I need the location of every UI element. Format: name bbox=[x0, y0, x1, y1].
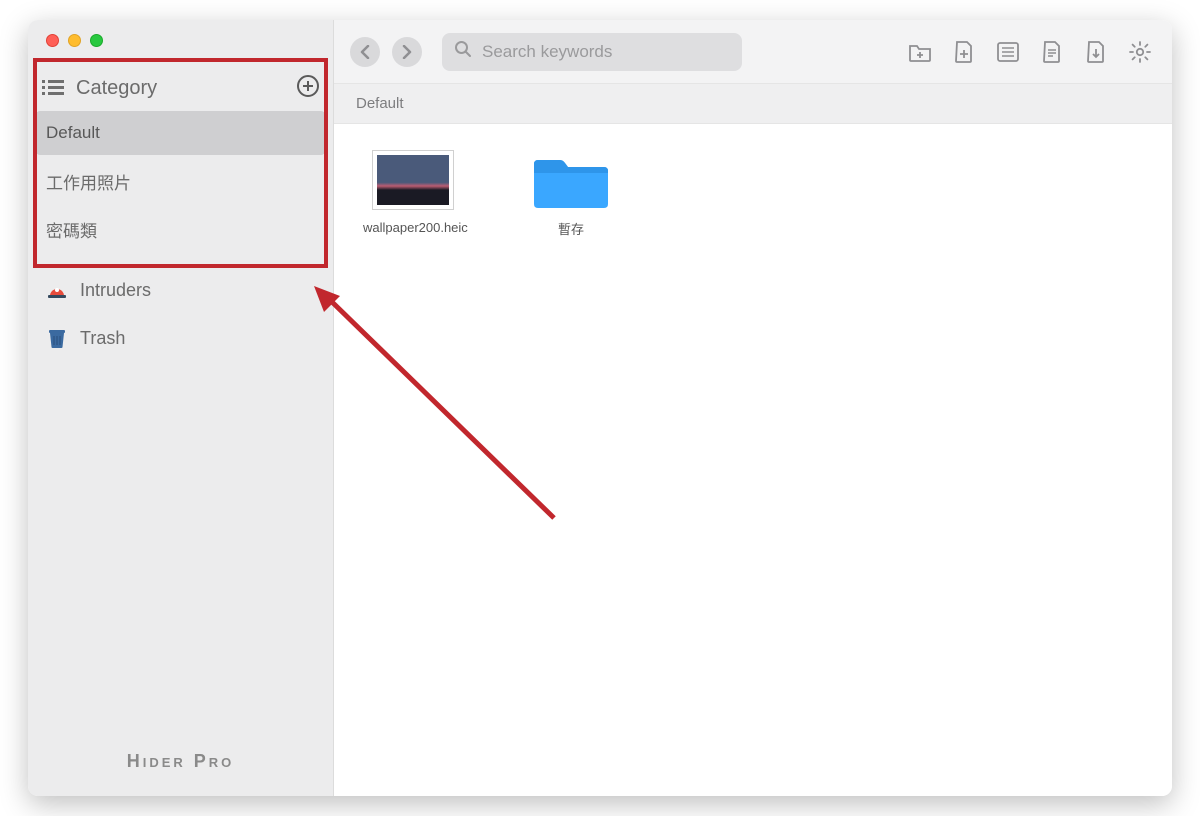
category-item-default[interactable]: Default bbox=[36, 111, 325, 155]
details-icon bbox=[1042, 40, 1062, 64]
alarm-icon bbox=[46, 279, 68, 301]
category-item-label: Default bbox=[46, 123, 100, 143]
add-folder-icon bbox=[908, 41, 932, 63]
toolbar bbox=[334, 20, 1172, 84]
sidebar-item-trash[interactable]: Trash bbox=[28, 317, 333, 359]
nav-back-button[interactable] bbox=[350, 37, 380, 67]
settings-button[interactable] bbox=[1124, 36, 1156, 68]
chevron-right-icon bbox=[401, 45, 413, 59]
file-item-label: wallpaper200.heic bbox=[363, 220, 463, 236]
breadcrumb-label: Default bbox=[356, 95, 404, 112]
add-file-icon bbox=[954, 40, 974, 64]
folder-item-temp[interactable]: 暫存 bbox=[516, 150, 626, 238]
window-controls bbox=[28, 20, 333, 47]
content-grid: wallpaper200.heic 暫存 bbox=[334, 124, 1172, 796]
category-list: Default 工作用照片 密碼類 bbox=[28, 111, 333, 255]
app-window: Category Default 工 bbox=[28, 20, 1172, 796]
details-button[interactable] bbox=[1036, 36, 1068, 68]
add-category-button[interactable] bbox=[295, 75, 321, 101]
category-header: Category bbox=[28, 65, 333, 111]
list-view-icon bbox=[997, 42, 1019, 62]
list-view-button[interactable] bbox=[992, 36, 1024, 68]
file-item-wallpaper[interactable]: wallpaper200.heic bbox=[358, 150, 468, 236]
sidebar-item-intruders[interactable]: Intruders bbox=[28, 269, 333, 311]
category-item-label: 密碼類 bbox=[46, 217, 97, 242]
zoom-window-button[interactable] bbox=[90, 34, 103, 47]
search-icon bbox=[454, 40, 472, 63]
trash-icon bbox=[46, 327, 68, 349]
gear-icon bbox=[1128, 40, 1152, 64]
sidebar: Category Default 工 bbox=[28, 20, 334, 796]
folder-item-label: 暫存 bbox=[558, 222, 584, 238]
category-item-passwords[interactable]: 密碼類 bbox=[36, 207, 325, 251]
plus-circle-icon bbox=[296, 74, 320, 103]
export-icon bbox=[1086, 40, 1106, 64]
sidebar-item-label: Intruders bbox=[80, 280, 151, 301]
folder-icon bbox=[530, 150, 612, 212]
image-thumbnail bbox=[372, 150, 454, 210]
search-box[interactable] bbox=[442, 33, 742, 71]
category-title: Category bbox=[76, 77, 157, 100]
chevron-left-icon bbox=[359, 45, 371, 59]
add-folder-button[interactable] bbox=[904, 36, 936, 68]
export-button[interactable] bbox=[1080, 36, 1112, 68]
nav-forward-button[interactable] bbox=[392, 37, 422, 67]
app-brand: Hider Pro bbox=[28, 751, 333, 772]
category-item-label: 工作用照片 bbox=[46, 169, 131, 194]
minimize-window-button[interactable] bbox=[68, 34, 81, 47]
search-input[interactable] bbox=[482, 42, 730, 62]
list-icon bbox=[42, 79, 64, 97]
sidebar-item-label: Trash bbox=[80, 328, 125, 349]
breadcrumb: Default bbox=[334, 84, 1172, 124]
main-pane: Default wallpaper200.heic 暫存 bbox=[334, 20, 1172, 796]
category-item-work-photos[interactable]: 工作用照片 bbox=[36, 159, 325, 203]
close-window-button[interactable] bbox=[46, 34, 59, 47]
add-file-button[interactable] bbox=[948, 36, 980, 68]
